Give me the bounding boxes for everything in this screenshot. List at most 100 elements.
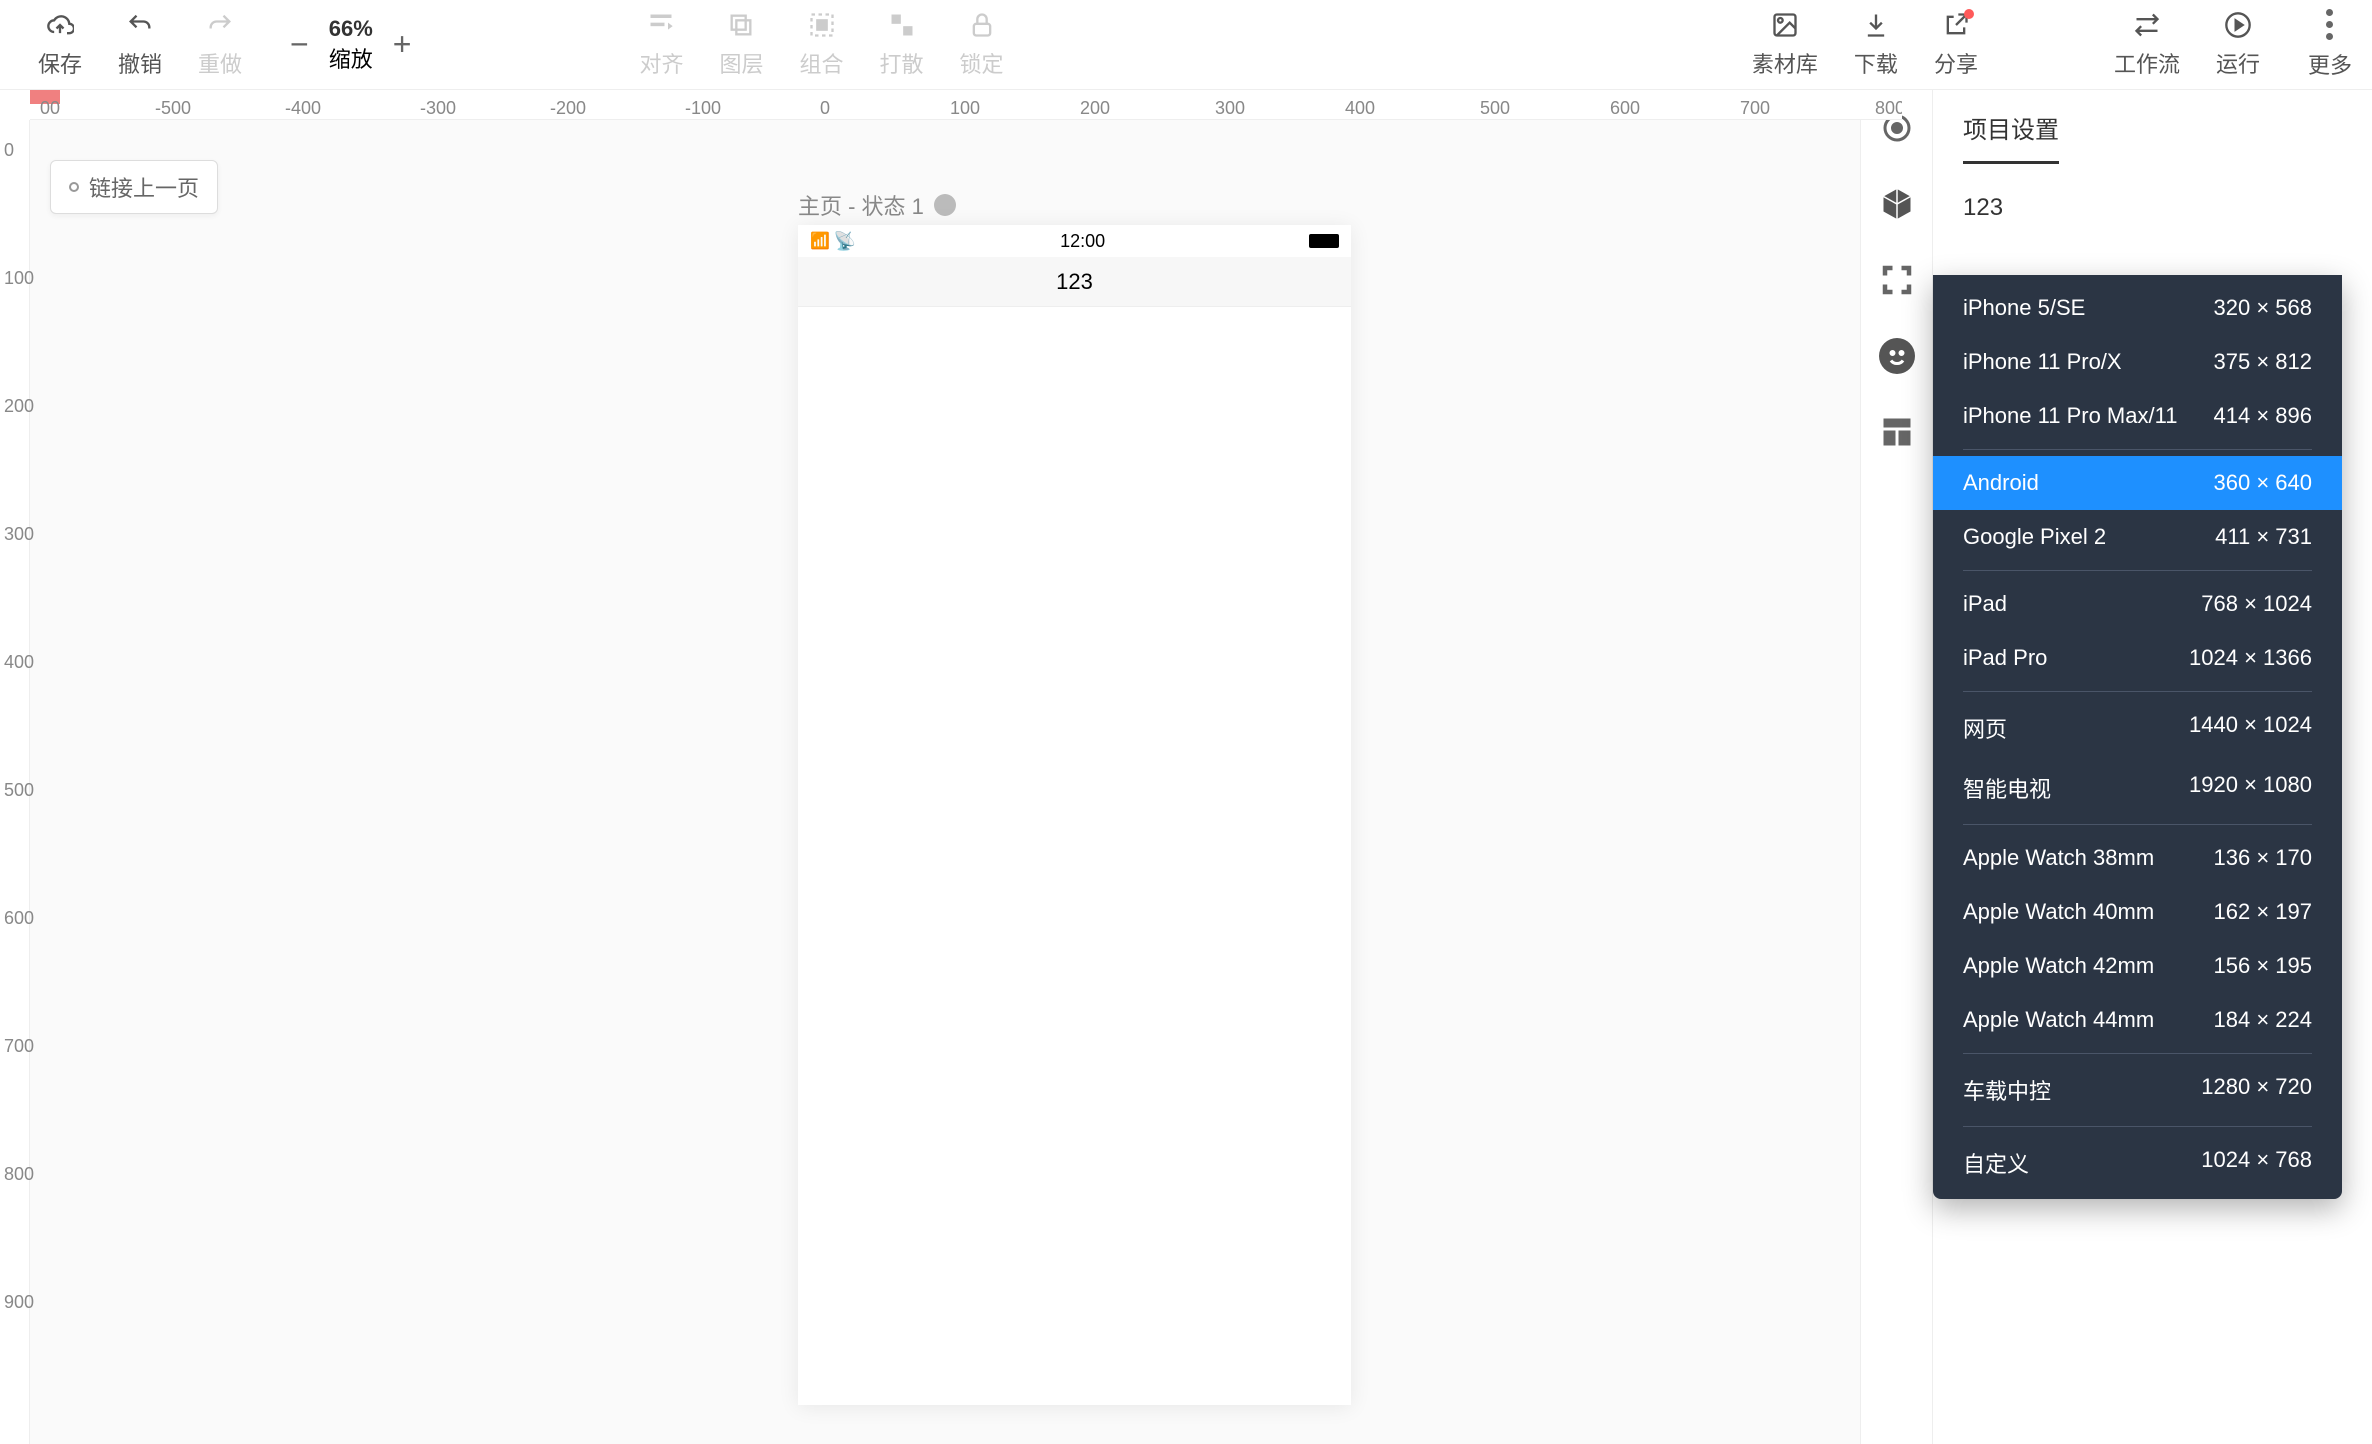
device-option[interactable]: iPad768 × 1024 bbox=[1933, 577, 2342, 631]
ruler-tick: 700 bbox=[1740, 98, 1770, 119]
link-dot-icon bbox=[69, 182, 79, 192]
workflow-icon bbox=[2133, 11, 2161, 39]
battery-icon bbox=[1309, 234, 1339, 248]
redo-button[interactable]: 重做 bbox=[198, 11, 242, 79]
download-button[interactable]: 下载 bbox=[1854, 11, 1898, 79]
device-option[interactable]: iPhone 11 Pro/X375 × 812 bbox=[1933, 335, 2342, 389]
dropdown-separator bbox=[1963, 1053, 2312, 1054]
horizontal-ruler: 00 -500 -400 -300 -200 -100 0 100 200 300 400 500 60… bbox=[30, 90, 1902, 120]
device-option[interactable]: iPhone 11 Pro Max/11414 × 896 bbox=[1933, 389, 2342, 443]
device-option[interactable]: 自定义1024 × 768 bbox=[1933, 1133, 2342, 1193]
ruler-tick: 600 bbox=[4, 908, 34, 929]
ruler-tick: 300 bbox=[1215, 98, 1245, 119]
emoji-tool[interactable] bbox=[1879, 338, 1915, 374]
layers-icon bbox=[727, 11, 755, 39]
lock-button[interactable]: 锁定 bbox=[960, 11, 1004, 79]
device-option[interactable]: 网页1440 × 1024 bbox=[1933, 698, 2342, 758]
ungroup-button[interactable]: 打散 bbox=[880, 11, 924, 79]
align-icon bbox=[647, 11, 675, 39]
main-area: 00-500-400-300-200-100010020030040050060… bbox=[0, 90, 2372, 1444]
ruler-tick: 100 bbox=[4, 268, 34, 289]
device-option[interactable]: Apple Watch 44mm184 × 224 bbox=[1933, 993, 2342, 1047]
image-icon bbox=[1771, 11, 1799, 39]
dropdown-separator bbox=[1963, 824, 2312, 825]
zoom-out-button[interactable]: − bbox=[280, 26, 319, 63]
panel-tab-settings[interactable]: 项目设置 bbox=[1963, 110, 2059, 164]
device-size-dropdown: iPhone 5/SE320 × 568iPhone 11 Pro/X375 ×… bbox=[1933, 275, 2342, 1199]
canvas[interactable]: 链接上一页 主页 - 状态 1 📶 📡 12:00 123 bbox=[30, 120, 1860, 1444]
page-title: 123 bbox=[798, 257, 1351, 307]
zoom-in-button[interactable]: + bbox=[383, 26, 422, 63]
side-toolbar bbox=[1860, 90, 1932, 1444]
library-button[interactable]: 素材库 bbox=[1752, 11, 1818, 79]
save-button[interactable]: 保存 bbox=[38, 11, 82, 79]
project-name-field[interactable]: 123 bbox=[1963, 194, 2342, 222]
dropdown-separator bbox=[1963, 449, 2312, 450]
notification-dot bbox=[1964, 9, 1974, 19]
cube-tool[interactable] bbox=[1879, 186, 1915, 222]
group-button[interactable]: 组合 bbox=[800, 11, 844, 79]
artboard[interactable]: 📶 📡 12:00 123 bbox=[798, 225, 1351, 1405]
ruler-tick: -400 bbox=[285, 98, 321, 119]
ruler-tick: 700 bbox=[4, 1036, 34, 1057]
zoom-control: − 66% 缩放 + bbox=[280, 16, 421, 74]
run-button[interactable]: 运行 bbox=[2216, 11, 2260, 79]
undo-button[interactable]: 撤销 bbox=[118, 11, 162, 79]
more-icon bbox=[2326, 9, 2333, 40]
ruler-tick: 00 bbox=[40, 98, 60, 119]
share-button[interactable]: 分享 bbox=[1934, 11, 1978, 79]
ruler-tick: 100 bbox=[950, 98, 980, 119]
wifi-icon: 📡 bbox=[834, 231, 856, 252]
artboard-title[interactable]: 主页 - 状态 1 bbox=[798, 189, 956, 221]
status-time: 12:00 bbox=[1060, 231, 1105, 252]
ruler-tick: 0 bbox=[820, 98, 830, 119]
ruler-tick: 800 bbox=[4, 1164, 34, 1185]
device-option[interactable]: 车载中控1280 × 720 bbox=[1933, 1060, 2342, 1120]
template-tool[interactable] bbox=[1879, 414, 1915, 450]
device-option[interactable]: Apple Watch 38mm136 × 170 bbox=[1933, 831, 2342, 885]
dropdown-separator bbox=[1963, 570, 2312, 571]
ruler-tick: 200 bbox=[1080, 98, 1110, 119]
ruler-tick: 600 bbox=[1610, 98, 1640, 119]
fullscreen-tool[interactable] bbox=[1879, 262, 1915, 298]
top-toolbar: 保存 撤销 重做 − 66% 缩放 + 对齐 图层 组合 打散 锁定 bbox=[0, 0, 2372, 90]
device-option[interactable]: Google Pixel 2411 × 731 bbox=[1933, 510, 2342, 564]
ruler-tick: 500 bbox=[4, 780, 34, 801]
ungroup-icon bbox=[888, 11, 916, 39]
redo-icon bbox=[206, 11, 234, 39]
share-icon bbox=[1942, 11, 1970, 39]
device-option[interactable]: 智能电视1920 × 1080 bbox=[1933, 758, 2342, 818]
ruler-tick: 400 bbox=[1345, 98, 1375, 119]
play-icon bbox=[2224, 11, 2252, 39]
workflow-button[interactable]: 工作流 bbox=[2114, 11, 2180, 79]
ruler-tick: -300 bbox=[420, 98, 456, 119]
vertical-ruler: 0100200300400500600700800900 bbox=[0, 120, 30, 1444]
dropdown-separator bbox=[1963, 1126, 2312, 1127]
more-button[interactable]: 更多 bbox=[2308, 9, 2352, 80]
ruler-tick: 500 bbox=[1480, 98, 1510, 119]
layers-button[interactable]: 图层 bbox=[719, 11, 763, 79]
ruler-tick: 300 bbox=[4, 524, 34, 545]
undo-icon bbox=[126, 11, 154, 39]
cloud-upload-icon bbox=[46, 11, 74, 39]
device-option[interactable]: Apple Watch 42mm156 × 195 bbox=[1933, 939, 2342, 993]
align-button[interactable]: 对齐 bbox=[639, 11, 683, 79]
device-option[interactable]: Android360 × 640 bbox=[1933, 456, 2342, 510]
download-icon bbox=[1862, 11, 1890, 39]
group-icon bbox=[808, 11, 836, 39]
ruler-tick: 200 bbox=[4, 396, 34, 417]
ruler-tick: -100 bbox=[685, 98, 721, 119]
ruler-tick: 900 bbox=[4, 1292, 34, 1313]
ruler-tick: -200 bbox=[550, 98, 586, 119]
gear-icon[interactable] bbox=[934, 194, 956, 216]
ruler-tick: 400 bbox=[4, 652, 34, 673]
link-previous-chip[interactable]: 链接上一页 bbox=[50, 160, 218, 214]
phone-status-bar: 📶 📡 12:00 bbox=[798, 225, 1351, 257]
ruler-tick: -500 bbox=[155, 98, 191, 119]
device-option[interactable]: iPad Pro1024 × 1366 bbox=[1933, 631, 2342, 685]
device-option[interactable]: Apple Watch 40mm162 × 197 bbox=[1933, 885, 2342, 939]
ruler-tick: 800 bbox=[1875, 98, 1902, 119]
device-option[interactable]: iPhone 5/SE320 × 568 bbox=[1933, 281, 2342, 335]
dropdown-separator bbox=[1963, 691, 2312, 692]
right-panel: 项目设置 123 iPhone 5/SE320 × 568iPhone 11 P… bbox=[1932, 90, 2372, 1444]
